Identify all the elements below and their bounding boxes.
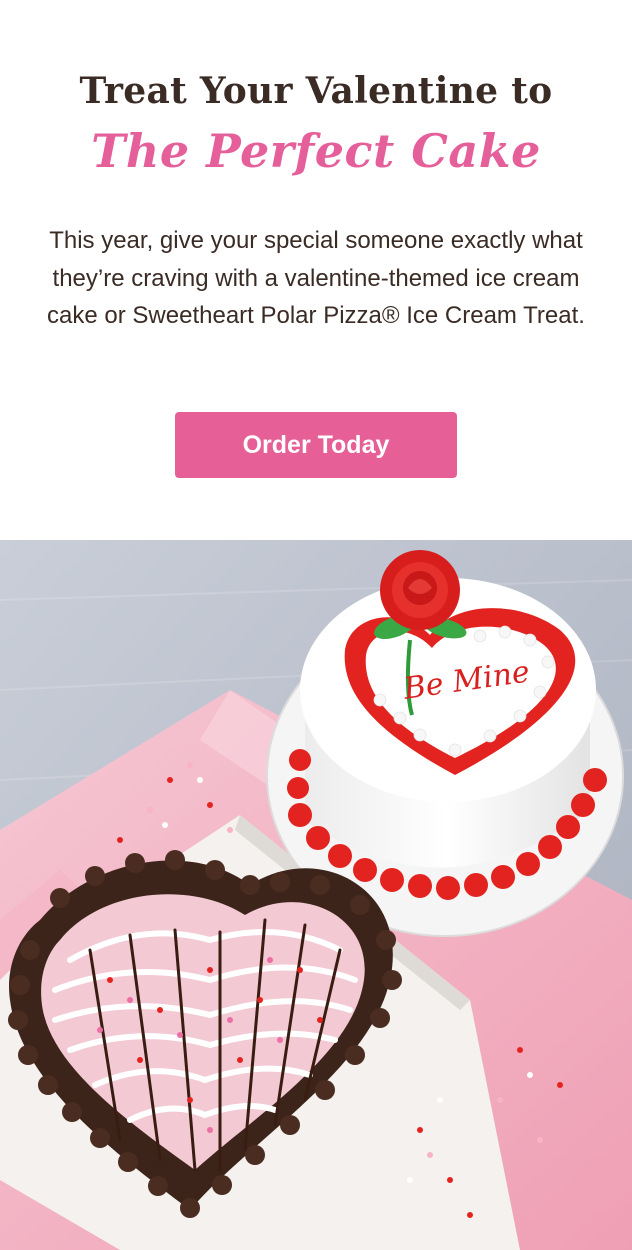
headline: Treat Your Valentine to [79, 70, 553, 112]
body-copy: This year, give your special someone exa… [47, 227, 585, 329]
email-page: Treat Your Valentine to The Perfect Cake… [0, 0, 632, 1250]
script-title: The Perfect Cake [91, 124, 541, 178]
valentine-cakes-photo[interactable]: Be Mine [0, 540, 632, 1250]
order-today-button[interactable]: Order Today [175, 412, 457, 478]
